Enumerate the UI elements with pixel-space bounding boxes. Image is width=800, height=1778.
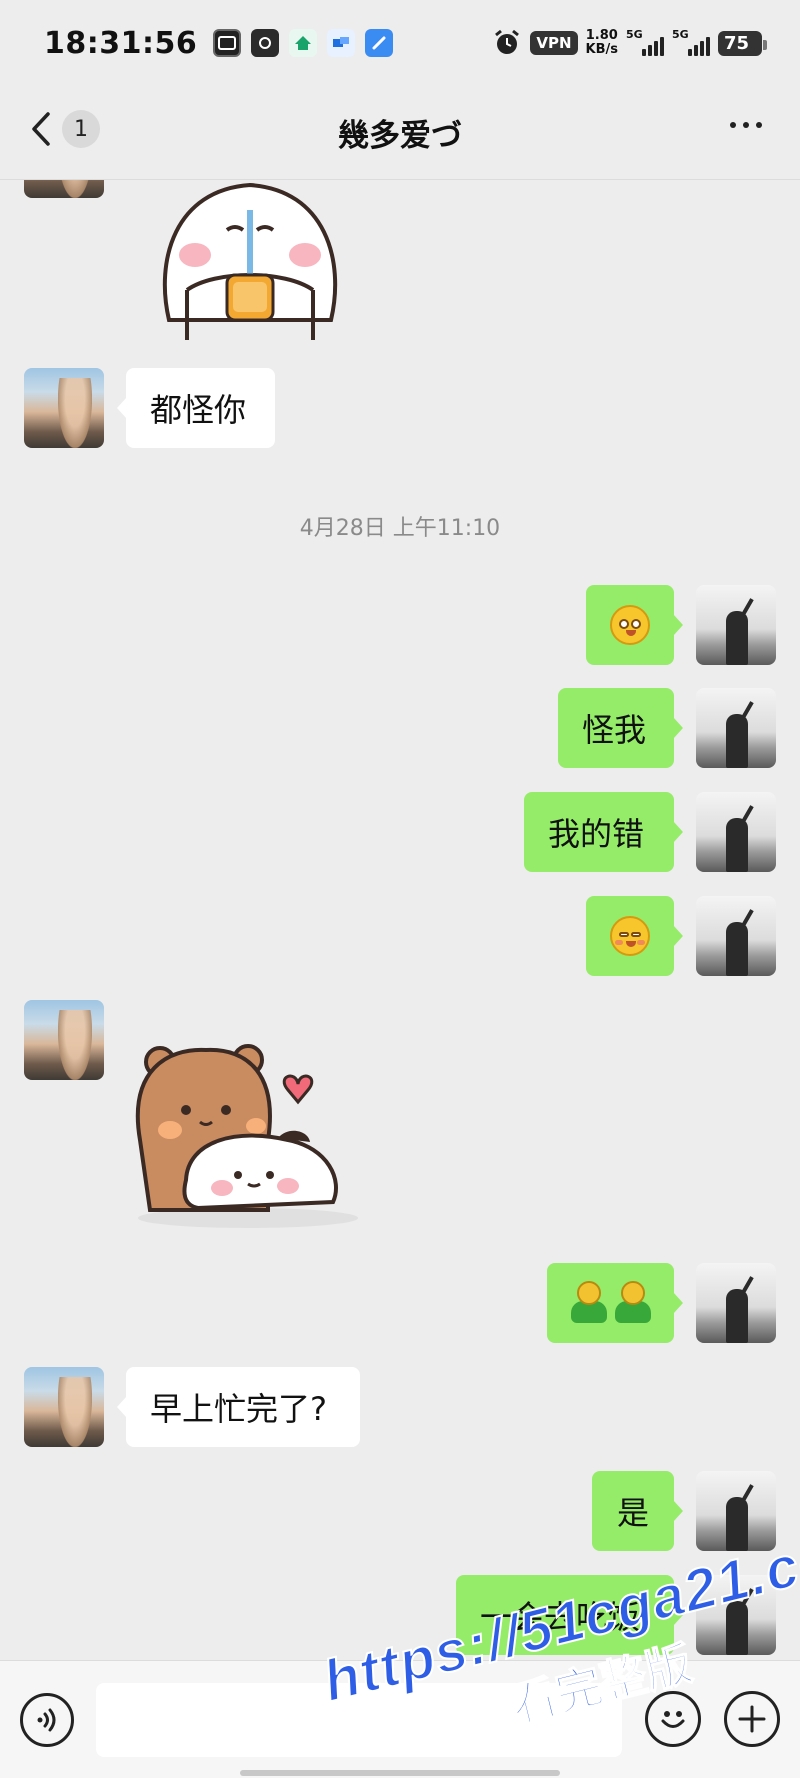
message-text: 一会去吃饭 xyxy=(480,1598,641,1636)
message-list[interactable]: 都怪你 4月28日 上午11:10 怪我 我的错 早上忙完了? 是 一会去吃饭 xyxy=(0,180,800,1660)
app-icon-2 xyxy=(251,29,280,57)
message-bubble-outgoing[interactable] xyxy=(586,896,683,976)
message-text: 早上忙完了? xyxy=(150,1390,327,1428)
unread-count-badge: 1 xyxy=(62,110,100,148)
message-bubble-outgoing[interactable]: 是 xyxy=(592,1471,683,1551)
app-icon-5 xyxy=(365,29,394,57)
my-avatar[interactable] xyxy=(696,585,776,665)
signal-2-label: 5G xyxy=(672,28,689,41)
back-button[interactable]: 1 xyxy=(28,110,100,148)
my-avatar[interactable] xyxy=(696,1263,776,1343)
message-timestamp: 4月28日 上午11:10 xyxy=(299,516,501,541)
signal-icon-1: 5G xyxy=(626,28,664,56)
message-bubble-outgoing[interactable]: 我的错 xyxy=(524,792,683,872)
my-avatar[interactable] xyxy=(696,792,776,872)
input-bar xyxy=(0,1660,800,1778)
sticker-bear-hug[interactable] xyxy=(128,1030,368,1230)
my-avatar[interactable] xyxy=(696,1471,776,1551)
more-options-icon[interactable] xyxy=(730,122,762,128)
message-bubble-outgoing[interactable]: 怪我 xyxy=(558,688,683,768)
message-bubble-outgoing[interactable]: 一会去吃饭 xyxy=(456,1575,683,1655)
contact-avatar[interactable] xyxy=(24,180,104,198)
app-icon-4 xyxy=(327,29,356,57)
smile-face-icon xyxy=(661,1711,685,1728)
contact-avatar[interactable] xyxy=(24,1367,104,1447)
battery-icon: 75 xyxy=(718,30,767,56)
my-avatar[interactable] xyxy=(696,896,776,976)
plus-icon xyxy=(738,1705,766,1733)
hug-emoji-icon xyxy=(569,1281,609,1325)
message-text: 是 xyxy=(616,1494,649,1532)
app-icon-3 xyxy=(289,29,318,57)
emoji-button[interactable] xyxy=(645,1691,701,1747)
signal-icon-2: 5G xyxy=(672,28,710,56)
message-text: 怪我 xyxy=(582,711,647,749)
my-avatar[interactable] xyxy=(696,1575,776,1655)
contact-avatar[interactable] xyxy=(24,368,104,448)
alarm-icon xyxy=(492,28,522,58)
voice-input-button[interactable] xyxy=(20,1693,74,1747)
home-indicator[interactable] xyxy=(240,1770,560,1776)
clock: 18:31:56 xyxy=(44,25,198,61)
flushed-face-emoji-icon xyxy=(610,605,650,645)
message-bubble-outgoing[interactable] xyxy=(586,585,683,665)
chat-header: 1 幾多爱づ xyxy=(0,86,800,180)
signal-1-label: 5G xyxy=(626,28,643,41)
message-bubble-incoming[interactable]: 早上忙完了? xyxy=(117,1367,360,1447)
message-text: 我的错 xyxy=(548,815,645,853)
status-right: VPN 1.80 KB/s 5G 5G 75 xyxy=(492,28,767,58)
more-functions-button[interactable] xyxy=(724,1691,780,1747)
shy-smile-emoji-icon xyxy=(610,916,650,956)
voice-icon xyxy=(37,1708,56,1732)
my-avatar[interactable] xyxy=(696,688,776,768)
vpn-badge: VPN xyxy=(530,31,578,55)
contact-avatar[interactable] xyxy=(24,1000,104,1080)
net-speed-unit: KB/s xyxy=(585,42,618,57)
net-speed-value: 1.80 xyxy=(585,28,618,43)
chevron-left-icon xyxy=(32,112,50,146)
message-bubble-incoming[interactable]: 都怪你 xyxy=(117,368,275,448)
hug-emoji-icon xyxy=(613,1281,653,1325)
message-text: 都怪你 xyxy=(150,391,247,429)
chat-title: 幾多爱づ xyxy=(338,118,462,154)
app-icon-1 xyxy=(213,29,242,57)
message-input[interactable] xyxy=(96,1683,622,1757)
message-bubble-outgoing[interactable] xyxy=(547,1263,683,1343)
status-bar: 18:31:56 VPN 1.80 KB/s 5G 5G 75 xyxy=(0,0,800,86)
net-speed: 1.80 KB/s xyxy=(586,29,618,57)
status-left: 18:31:56 xyxy=(44,25,394,61)
sticker-bunny-drink[interactable] xyxy=(155,180,345,350)
